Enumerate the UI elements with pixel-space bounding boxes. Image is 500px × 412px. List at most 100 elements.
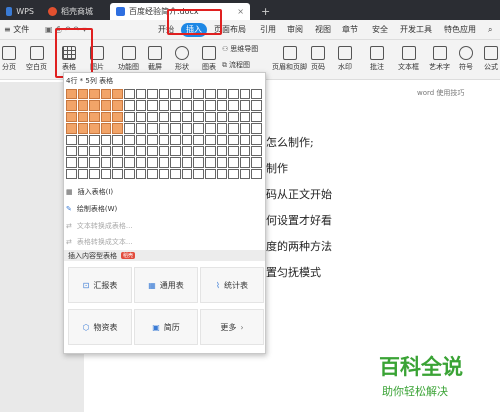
file-menu[interactable]: ≡ 文件 bbox=[4, 23, 29, 37]
grid-cell[interactable] bbox=[205, 89, 216, 100]
grid-cell[interactable] bbox=[193, 100, 205, 111]
grid-cell[interactable] bbox=[100, 157, 112, 168]
grid-cell[interactable] bbox=[100, 100, 112, 111]
insert-table-item[interactable]: ▦ 插入表格(I) bbox=[66, 187, 113, 197]
grid-cell[interactable] bbox=[228, 168, 239, 179]
header-footer-button[interactable]: 页眉和页脚 bbox=[272, 46, 307, 72]
grid-cell[interactable] bbox=[228, 123, 239, 134]
grid-cell[interactable] bbox=[193, 123, 205, 134]
grid-cell[interactable] bbox=[216, 145, 228, 157]
grid-cell[interactable] bbox=[135, 157, 147, 168]
menu-devtools[interactable]: 开发工具 bbox=[400, 23, 432, 37]
grid-cell[interactable] bbox=[100, 123, 112, 134]
page-number-button[interactable]: 页码 bbox=[311, 46, 325, 72]
card-report[interactable]: ⊡ 汇报表 bbox=[68, 267, 132, 303]
grid-cell[interactable] bbox=[77, 89, 89, 100]
grid-cell[interactable] bbox=[77, 168, 89, 179]
grid-cell[interactable] bbox=[158, 157, 170, 168]
grid-cell[interactable] bbox=[170, 100, 181, 111]
grid-cell[interactable] bbox=[228, 145, 239, 157]
grid-cell[interactable] bbox=[170, 168, 181, 179]
grid-cell[interactable] bbox=[100, 111, 112, 123]
comment-button[interactable]: 批注 bbox=[370, 46, 384, 72]
grid-cell[interactable] bbox=[193, 134, 205, 145]
grid-cell[interactable] bbox=[205, 168, 216, 179]
function-chart-button[interactable]: 功能图 bbox=[118, 46, 139, 72]
table-size-grid[interactable] bbox=[66, 89, 262, 179]
grid-cell[interactable] bbox=[205, 111, 216, 123]
grid-cell[interactable] bbox=[216, 168, 228, 179]
grid-cell[interactable] bbox=[216, 157, 228, 168]
grid-cell[interactable] bbox=[193, 157, 205, 168]
grid-cell[interactable] bbox=[181, 168, 193, 179]
grid-cell[interactable] bbox=[112, 111, 123, 123]
grid-cell[interactable] bbox=[158, 100, 170, 111]
grid-cell[interactable] bbox=[147, 111, 158, 123]
grid-cell[interactable] bbox=[228, 157, 239, 168]
grid-cell[interactable] bbox=[123, 123, 135, 134]
grid-cell[interactable] bbox=[158, 111, 170, 123]
grid-cell[interactable] bbox=[181, 157, 193, 168]
grid-cell[interactable] bbox=[100, 168, 112, 179]
grid-cell[interactable] bbox=[216, 123, 228, 134]
card-general[interactable]: ▦ 通用表 bbox=[134, 267, 198, 303]
grid-cell[interactable] bbox=[239, 89, 251, 100]
grid-cell[interactable] bbox=[89, 100, 100, 111]
grid-cell[interactable] bbox=[89, 168, 100, 179]
grid-cell[interactable] bbox=[251, 168, 262, 179]
blank-page-button[interactable]: 空白页 bbox=[26, 46, 47, 72]
grid-cell[interactable] bbox=[112, 89, 123, 100]
grid-cell[interactable] bbox=[135, 89, 147, 100]
grid-cell[interactable] bbox=[181, 100, 193, 111]
grid-cell[interactable] bbox=[147, 123, 158, 134]
grid-cell[interactable] bbox=[77, 134, 89, 145]
card-resume[interactable]: ▣ 简历 bbox=[134, 309, 198, 345]
grid-cell[interactable] bbox=[251, 100, 262, 111]
grid-cell[interactable] bbox=[205, 123, 216, 134]
wordart-button[interactable]: 艺术字 bbox=[429, 46, 450, 72]
grid-cell[interactable] bbox=[77, 100, 89, 111]
menu-features[interactable]: 特色应用 bbox=[444, 23, 476, 37]
grid-cell[interactable] bbox=[100, 145, 112, 157]
grid-cell[interactable] bbox=[193, 168, 205, 179]
page-break-button[interactable]: 分页 bbox=[2, 46, 16, 72]
grid-cell[interactable] bbox=[66, 111, 77, 123]
grid-cell[interactable] bbox=[170, 157, 181, 168]
grid-cell[interactable] bbox=[66, 168, 77, 179]
grid-cell[interactable] bbox=[181, 134, 193, 145]
grid-cell[interactable] bbox=[205, 134, 216, 145]
menu-chapter[interactable]: 章节 bbox=[342, 23, 358, 37]
grid-cell[interactable] bbox=[135, 168, 147, 179]
grid-cell[interactable] bbox=[147, 168, 158, 179]
textbox-button[interactable]: 文本框 bbox=[398, 46, 419, 72]
grid-cell[interactable] bbox=[216, 100, 228, 111]
search-icon[interactable]: ⌕ bbox=[488, 23, 492, 37]
grid-cell[interactable] bbox=[112, 134, 123, 145]
grid-cell[interactable] bbox=[123, 134, 135, 145]
grid-cell[interactable] bbox=[170, 123, 181, 134]
grid-cell[interactable] bbox=[89, 134, 100, 145]
formula-button[interactable]: 公式 bbox=[484, 46, 498, 72]
grid-cell[interactable] bbox=[77, 145, 89, 157]
menu-review[interactable]: 审阅 bbox=[287, 23, 303, 37]
grid-cell[interactable] bbox=[112, 100, 123, 111]
menu-security[interactable]: 安全 bbox=[372, 23, 388, 37]
text-to-table-item[interactable]: ⇄ 文本转换成表格... bbox=[66, 221, 133, 231]
grid-cell[interactable] bbox=[251, 157, 262, 168]
grid-cell[interactable] bbox=[147, 89, 158, 100]
grid-cell[interactable] bbox=[251, 134, 262, 145]
grid-cell[interactable] bbox=[228, 100, 239, 111]
grid-cell[interactable] bbox=[251, 111, 262, 123]
grid-cell[interactable] bbox=[251, 123, 262, 134]
card-supplies[interactable]: ⬡ 物资表 bbox=[68, 309, 132, 345]
tab-wps[interactable]: WPS bbox=[0, 3, 40, 20]
grid-cell[interactable] bbox=[123, 100, 135, 111]
grid-cell[interactable] bbox=[89, 111, 100, 123]
grid-cell[interactable] bbox=[181, 123, 193, 134]
grid-cell[interactable] bbox=[112, 157, 123, 168]
grid-cell[interactable] bbox=[147, 100, 158, 111]
grid-cell[interactable] bbox=[147, 134, 158, 145]
grid-cell[interactable] bbox=[100, 89, 112, 100]
grid-cell[interactable] bbox=[112, 123, 123, 134]
grid-cell[interactable] bbox=[228, 89, 239, 100]
